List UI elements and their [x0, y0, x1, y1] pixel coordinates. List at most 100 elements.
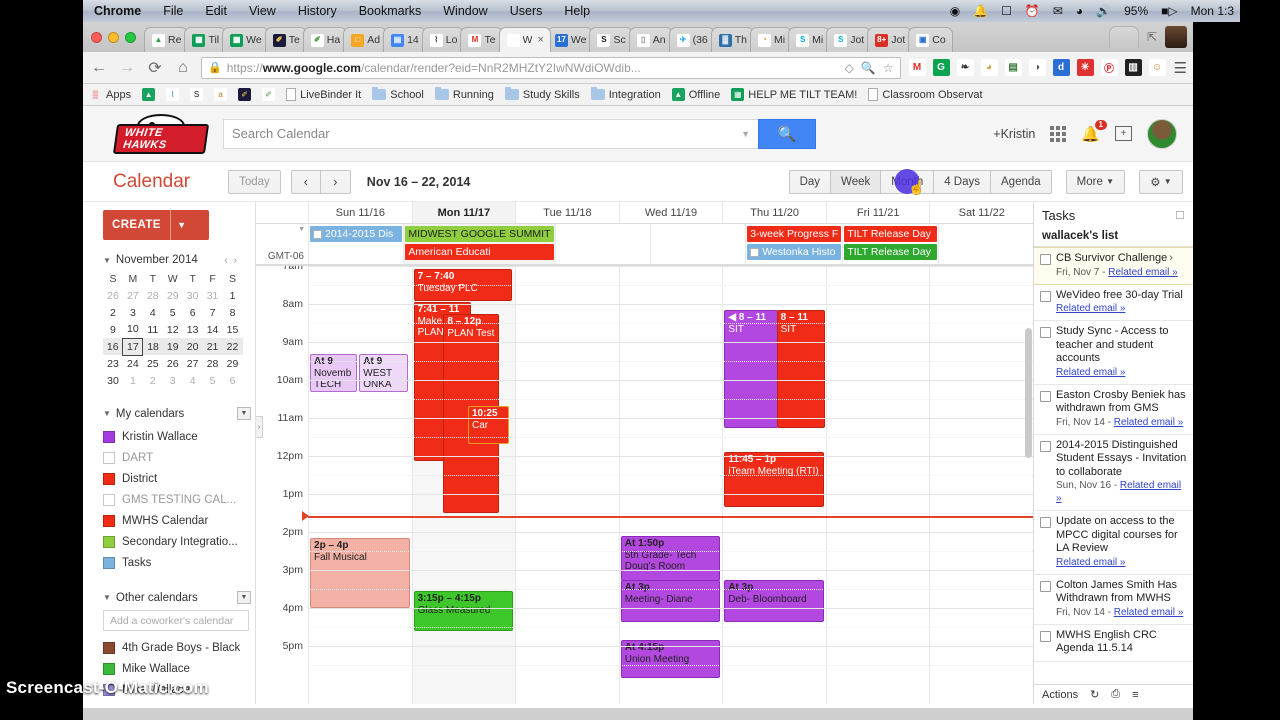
day-column-5[interactable] — [825, 266, 930, 704]
address-bar[interactable]: 🔒 https://www.google.com/calendar/render… — [201, 56, 901, 79]
mini-day-cell[interactable]: 11 — [143, 321, 163, 338]
mini-day-cell[interactable]: 17 — [122, 337, 144, 356]
forward-button[interactable]: → — [117, 59, 137, 77]
mini-day-cell[interactable]: 25 — [143, 355, 163, 372]
list-icon[interactable]: ≡ — [1132, 689, 1138, 701]
mini-day-cell[interactable]: 26 — [163, 355, 183, 372]
all-day-event-3[interactable]: 3-week Progress F — [747, 226, 842, 242]
other-calendars-triangle-icon[interactable]: ▼ — [103, 593, 111, 602]
mini-day-cell[interactable]: 12 — [163, 321, 183, 338]
share-icon[interactable]: + — [1115, 126, 1132, 141]
day-column-4[interactable]: ◀ 8 – 11 SIT 8 – 11 SIT 11:45 – 1p iTeam Meet… — [722, 266, 826, 704]
my-calendar-item-0[interactable]: Kristin Wallace — [103, 426, 255, 447]
mini-day-cell[interactable]: 8 — [223, 304, 243, 321]
user-avatar[interactable] — [1147, 118, 1177, 149]
day-header-6[interactable]: Sat 11/22 — [929, 202, 1033, 223]
task-item-7[interactable]: MWHS English CRC Agenda 11.5.14 — [1034, 625, 1193, 662]
add-coworker-calendar-input[interactable]: Add a coworker's calendar — [103, 610, 249, 631]
mini-day-cell[interactable]: 13 — [183, 321, 203, 338]
timemachine-icon[interactable]: ⏰ — [1025, 0, 1040, 22]
allday-collapse-icon[interactable]: ▼ — [298, 226, 305, 233]
prev-week-button[interactable]: ‹ — [290, 169, 321, 194]
os-menu-items[interactable]: Chrome File Edit View History Bookmarks … — [83, 0, 601, 22]
other-calendar-item-0[interactable]: 4th Grade Boys - Black — [103, 637, 255, 658]
mini-day-cell[interactable]: 4 — [183, 372, 203, 389]
view-month-button[interactable]: Month☝ — [880, 168, 934, 194]
task-checkbox[interactable] — [1040, 327, 1051, 338]
mini-day-cell[interactable]: 28 — [203, 355, 223, 372]
view-4days-button[interactable]: 4 Days — [933, 169, 991, 194]
extension-icon-4[interactable]: ▤ — [1004, 59, 1022, 76]
calendar-event-8[interactable]: At 1:50p 5th Grade- Tech Doug's Room — [620, 536, 721, 581]
all-day-event-1[interactable]: MIDWEST GOOGLE SUMMIT — [405, 226, 554, 242]
calendar-event-6[interactable]: 10:25 Car — [467, 406, 509, 444]
extension-icon-10[interactable]: ☺ — [1148, 59, 1166, 76]
my-calendars-triangle-icon[interactable]: ▼ — [103, 409, 111, 418]
calendar-color-swatch[interactable] — [103, 535, 115, 548]
mini-day-cell[interactable]: 27 — [123, 287, 143, 304]
tasks-actions-label[interactable]: Actions — [1042, 689, 1078, 701]
task-detail-arrow-icon[interactable]: › — [1169, 252, 1173, 264]
zoom-out-icon[interactable]: 🔍 — [861, 61, 876, 75]
day-header-1[interactable]: Mon 11/17 — [411, 202, 516, 223]
task-item-3[interactable]: Easton Crosby Beniek has withdrawn from … — [1034, 385, 1193, 435]
os-menu-bookmarks[interactable]: Bookmarks — [348, 0, 433, 22]
bookmark-0[interactable]: ▒ Apps — [89, 88, 131, 101]
os-menu-window[interactable]: Window — [432, 0, 498, 22]
day-header-2[interactable]: Tue 11/18 — [515, 202, 619, 223]
task-item-2[interactable]: Study Sync - Access to teacher and stude… — [1034, 321, 1193, 385]
mini-day-cell[interactable]: 15 — [223, 321, 243, 338]
mini-days-body[interactable]: 26 27 28 29 30 31 1 2 3 4 5 6 7 8 9 10 11 12 13 14 15 16 17 18 1… — [103, 287, 243, 389]
mini-day-cell[interactable]: 10 — [123, 321, 143, 338]
more-button[interactable]: More ▼ — [1065, 169, 1125, 194]
extension-icon-3[interactable]: ◕ — [980, 59, 998, 76]
task-related-email-link[interactable]: Related email » — [1108, 267, 1177, 278]
view-day-button[interactable]: Day — [788, 169, 831, 194]
calendar-color-swatch[interactable] — [103, 514, 115, 527]
mini-calendar-grid[interactable]: SMTWTFS 26 27 28 29 30 31 1 2 3 4 5 6 7 8 9 10 11 12 13 14 1… — [103, 270, 243, 389]
calendar-event-14[interactable]: At 3p Deb- Bloomboard — [724, 580, 824, 622]
mini-day-cell[interactable]: 16 — [103, 338, 123, 355]
refresh-icon[interactable]: ↻ — [1090, 688, 1099, 701]
day-header-0[interactable]: Sun 11/16 — [308, 202, 412, 223]
print-icon[interactable]: ⎙ — [1111, 688, 1120, 701]
day-column-1[interactable]: 7 – 7:40 Tuesday PLC 7:41 – 11 Make Date PL… — [411, 266, 516, 704]
mini-day-cell[interactable]: 30 — [183, 287, 203, 304]
mini-day-cell[interactable]: 1 — [123, 372, 143, 389]
extension-icon-1[interactable]: G — [932, 59, 950, 76]
day-column-0[interactable]: At 9 Novemb TECH At 9 WEST ONKA 2p – 4p Fall … — [308, 266, 412, 704]
mini-day-cell[interactable]: 18 — [142, 338, 163, 355]
calendar-event-13[interactable]: 11:45 – 1p iTeam Meeting (RTI) — [724, 452, 824, 507]
calendar-color-swatch[interactable] — [103, 451, 115, 464]
calendar-color-swatch[interactable] — [103, 641, 115, 654]
my-calendar-item-4[interactable]: MWHS Calendar — [103, 510, 255, 531]
extension-icon-6[interactable]: d — [1052, 59, 1070, 76]
all-day-column-4[interactable]: 3-week Progress F Westonka Histo — [745, 224, 842, 264]
browser-tab-10[interactable]: 17 We — [546, 27, 594, 52]
chrome-menu-icon[interactable]: ☰ — [1174, 59, 1187, 77]
close-window-button[interactable] — [91, 31, 102, 43]
extension-icon-5[interactable]: ◑ — [1028, 59, 1046, 76]
os-menu-chrome[interactable]: Chrome — [83, 0, 152, 22]
create-button[interactable]: CREATE ▼ — [103, 210, 209, 240]
bookmark-9[interactable]: Running — [434, 87, 494, 101]
minimize-window-button[interactable] — [108, 31, 119, 43]
profile-avatar-icon[interactable] — [1165, 26, 1187, 48]
os-menu-history[interactable]: History — [287, 0, 348, 22]
clock[interactable]: Mon 1:3 — [1191, 0, 1234, 22]
my-calendars-options-icon[interactable]: ▼ — [237, 407, 251, 420]
task-related-email-link[interactable]: Related email » — [1056, 367, 1125, 378]
all-day-column-2[interactable] — [554, 224, 650, 264]
extension-icon-9[interactable]: ▥ — [1124, 59, 1142, 76]
browser-tab-0[interactable]: ▲ Re — [144, 27, 189, 52]
browser-tab-1[interactable]: ▦ Til — [184, 27, 227, 52]
bookmark-1[interactable]: ▲ — [142, 88, 156, 101]
all-day-column-6[interactable] — [937, 224, 1033, 264]
zoom-window-button[interactable] — [125, 31, 136, 43]
my-calendar-item-2[interactable]: District — [103, 468, 255, 489]
browser-tab-14[interactable]: ▓ Th — [710, 27, 755, 52]
browser-tab-15[interactable]: ◔ Mi — [750, 27, 793, 52]
task-related-email-link[interactable]: Related email » — [1056, 557, 1125, 568]
fullscreen-icon[interactable]: ⇱ — [1147, 30, 1157, 44]
task-checkbox[interactable] — [1040, 390, 1051, 402]
